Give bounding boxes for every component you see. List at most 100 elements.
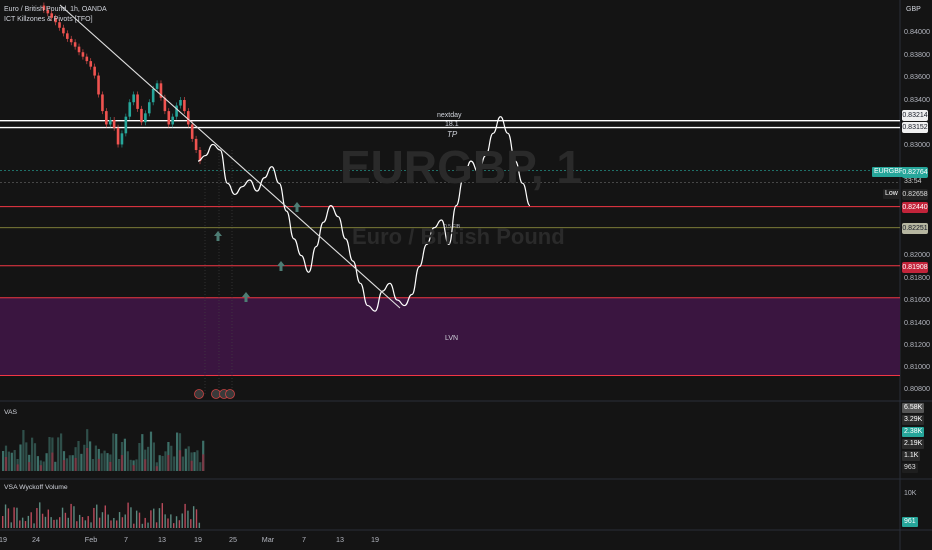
candle-body: [175, 105, 178, 117]
vas-bar: [54, 461, 57, 471]
candle-body: [151, 88, 155, 103]
wyckoff-bar: [73, 506, 75, 528]
vas-bar: [42, 461, 45, 471]
wyckoff-bar: [161, 503, 163, 528]
candle-body: [155, 83, 159, 89]
wyckoff-bar: [135, 510, 138, 528]
vas-bar-red: [167, 455, 170, 471]
vas-bar-red: [144, 459, 147, 471]
candle-body: [194, 138, 198, 150]
fib-label: 0.5 FIB: [444, 224, 461, 230]
wyckoff-bar: [170, 514, 172, 528]
vas-bar-red: [120, 455, 124, 471]
event-icon-3: [225, 389, 235, 399]
wyckoff-pane-title[interactable]: VSA Wyckoff Volume: [4, 484, 68, 491]
vas-bar: [161, 455, 164, 471]
vas-bar-red: [132, 465, 135, 471]
vas-bar: [193, 452, 196, 471]
vas-bar: [2, 451, 5, 471]
wyckoff-bar: [133, 523, 135, 528]
vas-bar: [36, 456, 39, 471]
vas-bar: [91, 459, 95, 471]
vas-bar: [71, 455, 74, 471]
wyckoff-bar: [67, 517, 69, 528]
wyckoff-bar: [150, 510, 152, 528]
wyckoff-bar: [130, 507, 132, 528]
wyckoff-bar: [53, 519, 55, 528]
currency-label: GBP: [906, 6, 921, 13]
vas-bar: [129, 459, 132, 471]
wyckoff-bar: [70, 503, 72, 528]
vas-bar-red: [74, 457, 77, 471]
wyckoff-bar: [19, 520, 21, 528]
vas-bar-red: [109, 461, 112, 471]
low-badge: Low: [883, 189, 900, 199]
wyckoff-bar: [4, 504, 7, 528]
wyckoff-bar: [50, 517, 52, 528]
vas-bar-red: [16, 464, 19, 471]
wyckoff-bar: [96, 504, 98, 528]
wyckoff-bar: [195, 509, 198, 528]
wyckoff-bar: [7, 508, 10, 528]
candle-body: [120, 133, 124, 145]
candle-body: [66, 33, 69, 39]
candle-body: [105, 111, 108, 125]
wyckoff-bar: [107, 514, 109, 528]
vas-bar: [60, 433, 63, 471]
indicator-title[interactable]: ICT Killzones & Pivots [TFO]: [4, 16, 93, 23]
countdown-label: 33:54: [904, 178, 922, 185]
wyckoff-bar: [24, 521, 27, 528]
y-tick-label: 0.81800: [904, 273, 930, 282]
y-tick-label: 0.80800: [904, 384, 930, 393]
symbol-title[interactable]: Euro / British Pound, 1h, OANDA: [4, 6, 107, 13]
lvn-label: LVN: [445, 335, 459, 342]
vas-bar: [65, 458, 68, 471]
candle-body: [77, 46, 81, 53]
wyckoff-bar: [155, 522, 158, 528]
wyckoff-bar: [47, 509, 49, 528]
vas-bar: [106, 453, 109, 471]
vas-bar: [164, 451, 167, 471]
wyckoff-bar: [121, 517, 124, 528]
wyckoff-bar: [13, 507, 15, 528]
price-badge-upper2: 0.83152: [902, 122, 928, 133]
vas-bar: [94, 445, 97, 471]
vas-bar: [31, 437, 34, 471]
vas-bar: [158, 455, 161, 471]
wyckoff-bar: [167, 518, 169, 528]
x-tick-label: 24: [32, 535, 40, 544]
candle-body: [116, 127, 120, 145]
wyckoff-bar: [39, 502, 41, 528]
wyckoff-bar: [44, 516, 47, 528]
vas-bar-red: [86, 447, 89, 471]
vas-bar: [126, 451, 129, 471]
wyckoff-bar: [90, 522, 92, 528]
chart-stage: EURGBP, 1 Euro / British Pound Euro / Br…: [0, 0, 932, 550]
price-chart[interactable]: [0, 0, 932, 550]
y-tick-label: 0.83000: [904, 140, 930, 149]
vas-bar-red: [190, 460, 193, 471]
vas-badge-2: 3.29K: [902, 415, 925, 425]
vas-bar-red: [51, 452, 54, 471]
vas-bar: [89, 441, 92, 471]
wyckoff-badge: 961: [902, 517, 918, 527]
candle-body: [136, 94, 139, 109]
candle-body: [171, 116, 174, 125]
vas-bar: [147, 446, 150, 471]
x-tick-label: 13: [158, 535, 166, 544]
wyckoff-bar: [81, 517, 84, 528]
vas-bar: [100, 453, 103, 471]
wyckoff-bar: [21, 517, 24, 528]
vas-pane-title[interactable]: VAS: [4, 409, 17, 416]
vas-bar: [170, 445, 173, 471]
price-badge-current: 0.82764: [902, 167, 928, 178]
x-tick-label: 19: [371, 535, 379, 544]
x-tick-label: Mar: [261, 535, 275, 544]
wyckoff-bar: [175, 516, 178, 528]
x-tick-label: Feb: [84, 535, 98, 544]
tp-value-label: 18.1: [445, 121, 459, 128]
candle-body: [186, 111, 190, 125]
vas-badge-6: 963: [902, 463, 918, 473]
price-badge-olive: 0.82251: [902, 223, 928, 234]
candle-body: [112, 120, 116, 128]
